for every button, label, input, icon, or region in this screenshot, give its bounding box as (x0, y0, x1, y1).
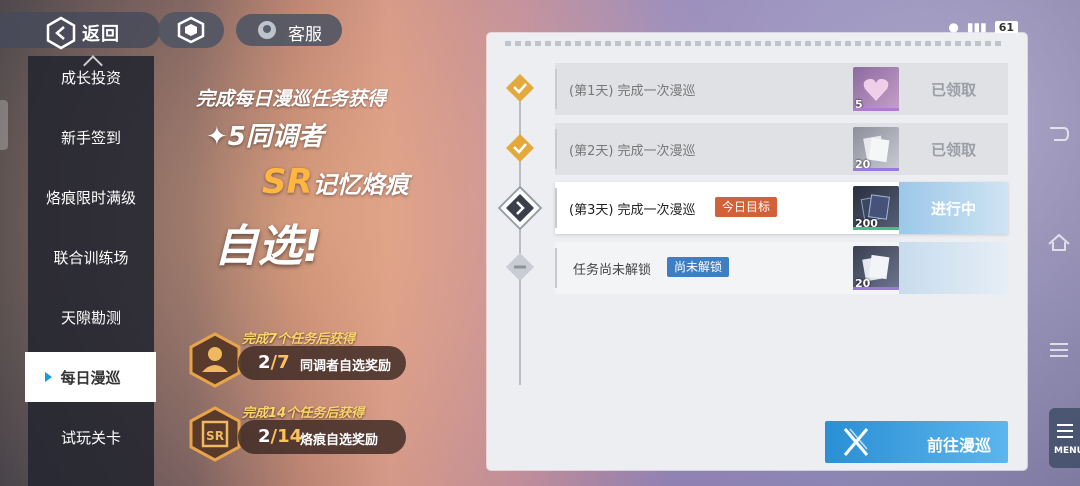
task-reward-item[interactable]: 20 (853, 127, 899, 171)
sidebar-item-limited-max-level[interactable]: 烙痕限时满级 (28, 172, 154, 222)
row-divider (555, 188, 557, 228)
milestone-progress-pill: 2/14 烙痕自选奖励 (238, 420, 406, 454)
menu-label: MENU (1054, 446, 1080, 456)
headset-icon (258, 21, 276, 39)
task-label: (第2天) 完成一次漫巡 (569, 144, 696, 159)
sidebar-item-daily-patrol[interactable]: 每日漫巡 (25, 352, 156, 402)
milestone-reward-2[interactable]: SR 完成14个任务后获得 2/14 烙痕自选奖励 (188, 402, 408, 462)
milestone-total: /7 (270, 352, 290, 373)
sidebar-item-label: 天隙勘测 (60, 308, 121, 327)
milestone-current: 2 (258, 352, 271, 373)
sidebar-item-growth-investment[interactable]: 成长投资 (28, 52, 154, 102)
milestone-name: 同调者自选奖励 (300, 359, 392, 374)
sidebar-item-label: 每日漫巡 (60, 368, 121, 387)
milestone-progress-pill: 2/7 同调者自选奖励 (238, 346, 406, 380)
rarity-bar (853, 287, 899, 290)
character-badge-icon (189, 332, 241, 388)
rarity-bar (853, 227, 899, 230)
current-node-icon (497, 185, 543, 231)
rarity-bar (853, 168, 899, 171)
back-label: 返回 (82, 24, 120, 45)
task-label: (第3天) 完成一次漫巡 (569, 203, 696, 218)
rarity-bar (853, 108, 899, 111)
row-divider (555, 69, 557, 109)
battery-level: 61 (994, 20, 1018, 34)
svg-text:SR: SR (206, 429, 224, 443)
home-logo-button[interactable] (158, 12, 224, 48)
recent-apps-icon[interactable] (1046, 340, 1072, 360)
completed-node-icon (506, 74, 534, 102)
back-button[interactable]: 返回 (0, 12, 160, 50)
home-gesture-icon[interactable] (1046, 232, 1072, 252)
sidebar: 成长投资 新手签到 烙痕限时满级 联合训练场 天隙勘测 每日漫巡 试玩关卡 (25, 55, 156, 486)
milestone-reward-1[interactable]: 完成7个任务后获得 2/7 同调者自选奖励 (188, 328, 408, 388)
signal-icon: ▮▮▮ (966, 20, 987, 34)
milestone-total: /14 (270, 426, 303, 447)
active-indicator-icon (45, 372, 52, 382)
back-gesture-icon[interactable] (1046, 124, 1072, 144)
promo-headline: 完成每日漫巡任务获得 (196, 88, 387, 110)
promo-sr-label: SR (262, 162, 313, 202)
sidebar-item-label: 联合训练场 (53, 248, 129, 267)
go-patrol-button[interactable]: 前往漫巡 (825, 421, 1008, 463)
promo-select-label: 自选! (214, 221, 323, 272)
go-patrol-label: 前往漫巡 (927, 436, 992, 455)
left-edge-handle[interactable] (0, 100, 8, 150)
today-goal-badge: 今日目标 (715, 197, 778, 217)
promo-banner: 完成每日漫巡任务获得 ✦5同调者 SR记忆烙痕 自选! (190, 80, 480, 280)
status-bar: ● ▮▮▮ 61 (948, 20, 1018, 34)
task-row-day1[interactable]: (第1天) 完成一次漫巡 5 已领取 (555, 63, 1008, 115)
sidebar-item-label: 试玩关卡 (60, 428, 121, 447)
milestone-caption: 完成14个任务后获得 (242, 406, 365, 421)
task-reward-item[interactable]: 20 (853, 246, 899, 290)
panel-divider (505, 41, 1005, 46)
sr-badge-icon: SR (189, 406, 241, 462)
customer-service-button[interactable]: 客服 (236, 14, 342, 46)
locked-node-icon (506, 253, 534, 281)
sidebar-item-trial-stage[interactable]: 试玩关卡 (28, 412, 154, 462)
task-row-day2[interactable]: (第2天) 完成一次漫巡 20 已领取 (555, 123, 1008, 175)
sidebar-item-newbie-signin[interactable]: 新手签到 (28, 112, 154, 162)
task-status-in-progress: 进行中 (899, 182, 1008, 234)
locked-badge: 尚未解锁 (667, 257, 730, 277)
promo-reward-type: SR记忆烙痕 (262, 162, 409, 202)
location-icon: ● (948, 20, 959, 34)
task-label: (第1天) 完成一次漫巡 (569, 84, 696, 99)
back-hexagon-icon (46, 16, 76, 50)
menu-icon (1057, 424, 1073, 438)
task-label: 任务尚未解锁 (573, 263, 652, 278)
sidebar-item-label: 新手签到 (60, 128, 121, 147)
task-status-claimed: 已领取 (930, 140, 976, 159)
customer-service-label: 客服 (288, 25, 322, 45)
menu-button[interactable]: MENU (1049, 408, 1080, 468)
sidebar-item-training-ground[interactable]: 联合训练场 (28, 232, 154, 282)
patrol-icon (843, 428, 869, 456)
logo-icon (177, 16, 205, 44)
task-status-locked (899, 242, 1008, 294)
promo-reward-name: 记忆烙痕 (312, 171, 409, 199)
sidebar-item-label: 烙痕限时满级 (45, 188, 136, 207)
milestone-caption: 完成7个任务后获得 (242, 332, 356, 347)
promo-reward-count: ✦5同调者 (206, 122, 324, 152)
task-reward-item[interactable]: 5 (853, 67, 899, 111)
milestone-progress: 2/7 (258, 352, 290, 373)
task-status-claimed: 已领取 (930, 80, 976, 99)
sidebar-item-label: 成长投资 (60, 68, 121, 87)
completed-node-icon (506, 134, 534, 162)
milestone-progress: 2/14 (258, 426, 302, 447)
task-reward-item[interactable]: 200 (853, 186, 899, 230)
row-divider (555, 129, 557, 169)
row-divider (555, 248, 557, 288)
milestone-name: 烙痕自选奖励 (300, 433, 379, 448)
task-row-locked[interactable]: 任务尚未解锁 尚未解锁 20 (555, 242, 1008, 294)
sidebar-item-sky-survey[interactable]: 天隙勘测 (28, 292, 154, 342)
milestone-current: 2 (258, 426, 271, 447)
task-row-day3[interactable]: (第3天) 完成一次漫巡 今日目标 200 进行中 (555, 182, 1008, 234)
